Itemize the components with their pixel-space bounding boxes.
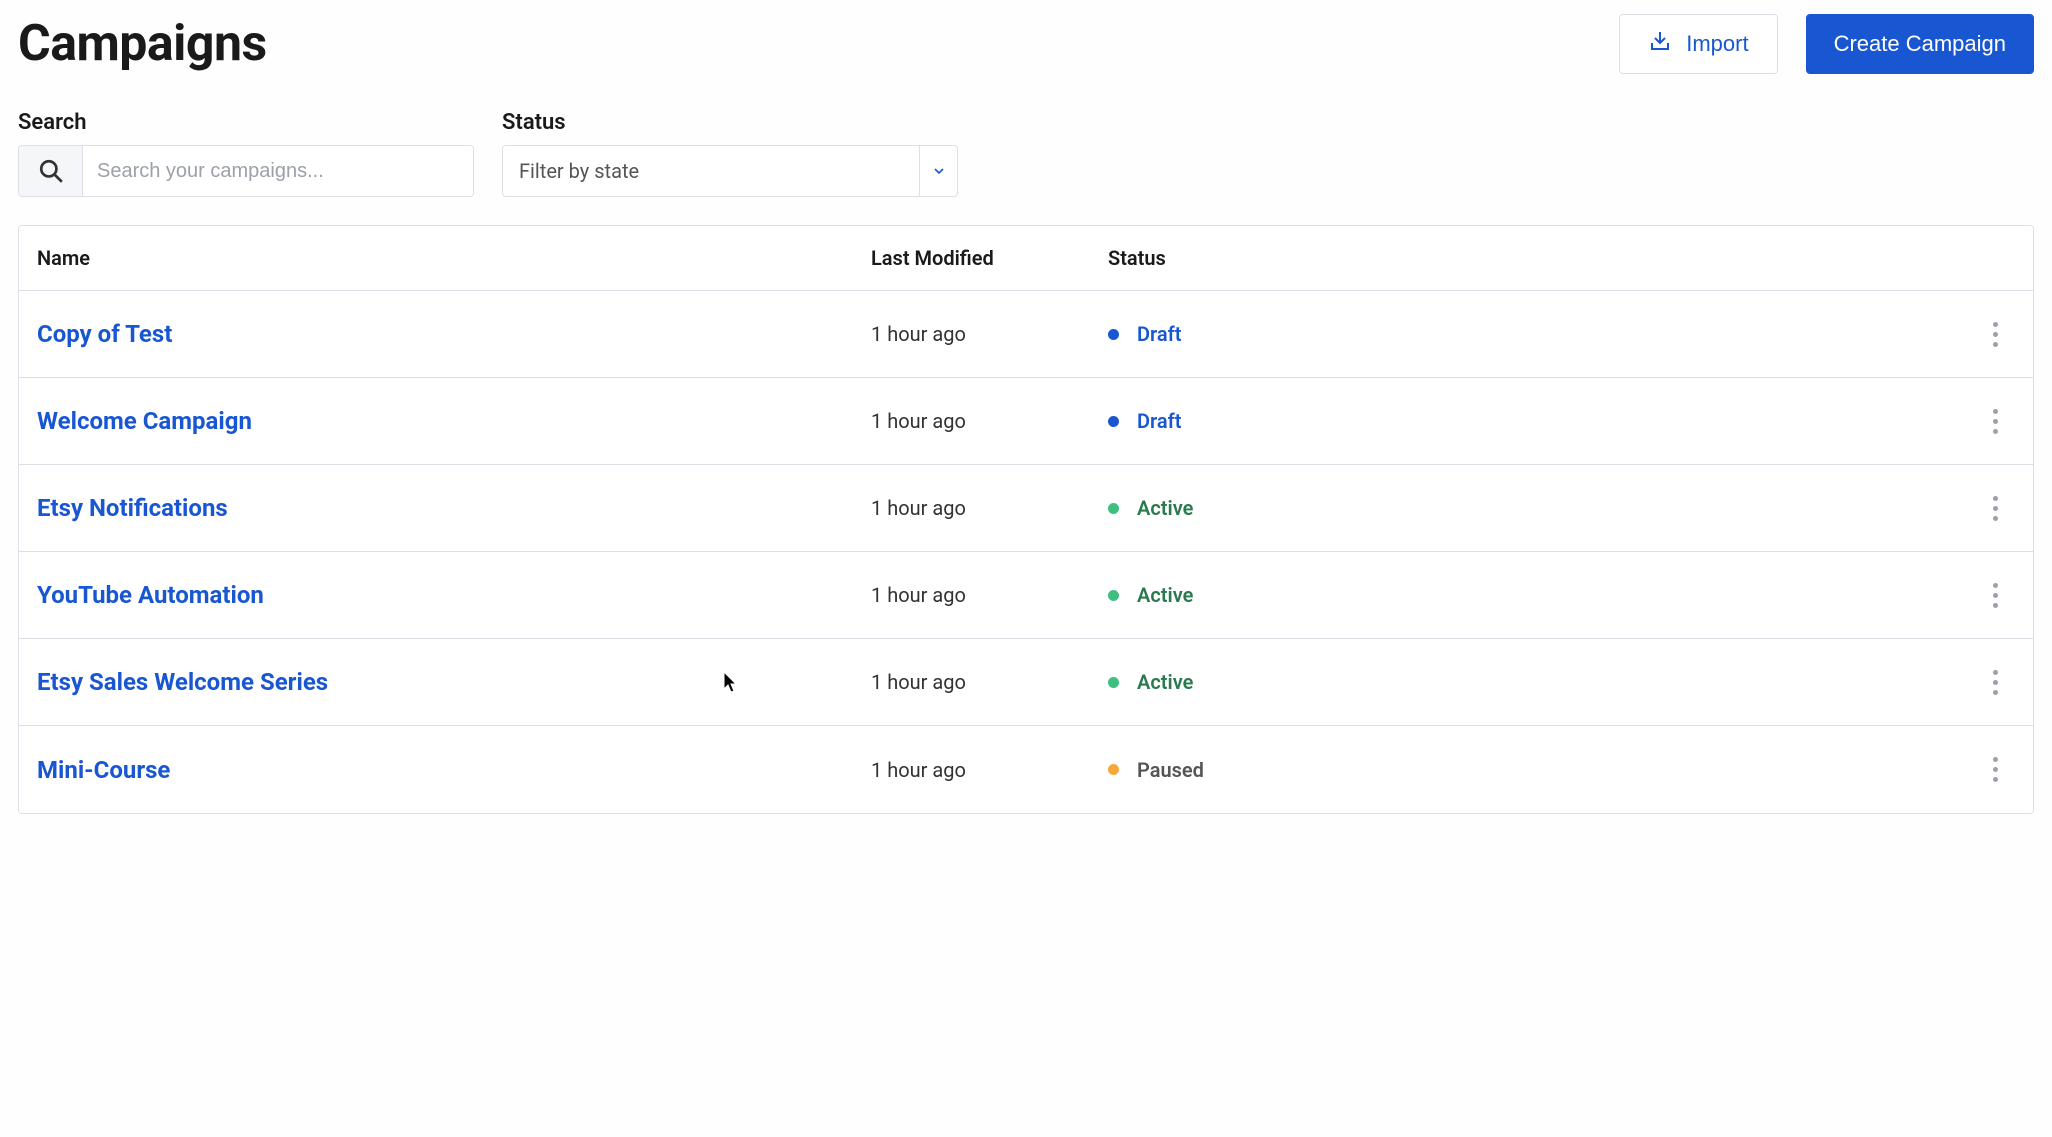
table-row: Mini-Course 1 hour ago Paused	[19, 726, 2033, 813]
table-body: Copy of Test1 hour agoDraftWelcome Campa…	[19, 291, 2033, 813]
table-row: Etsy Notifications 1 hour ago Active	[19, 465, 2033, 552]
status-text: Active	[1137, 670, 1193, 694]
more-options-icon[interactable]	[1987, 490, 2004, 527]
more-options-icon[interactable]	[1987, 751, 2004, 788]
filters-bar: Search Status Filter by state	[18, 110, 2034, 197]
table-row: YouTube Automation 1 hour ago Active	[19, 552, 2033, 639]
status-badge: Active	[1108, 670, 1193, 694]
modified-time: 1 hour ago	[871, 496, 966, 520]
campaign-name-link[interactable]: Welcome Campaign	[37, 407, 252, 435]
campaigns-table: Name Last Modified Status Copy of Test 1 …	[18, 225, 2034, 814]
status-badge: Active	[1108, 583, 1193, 607]
more-options-icon[interactable]	[1987, 664, 2004, 701]
modified-time: 1 hour ago	[871, 409, 966, 433]
more-options-icon[interactable]	[1987, 403, 2004, 440]
modified-time: 1 hour ago	[871, 670, 966, 694]
status-dot-icon	[1108, 416, 1119, 427]
page-header: Campaigns Import Create Campaign	[18, 14, 2034, 74]
status-badge: Active	[1108, 496, 1193, 520]
modified-time: 1 hour ago	[871, 583, 966, 607]
status-badge: Draft	[1108, 322, 1181, 346]
table-header: Name Last Modified Status	[19, 226, 2033, 291]
page-title: Campaigns	[18, 15, 267, 73]
status-select[interactable]: Filter by state	[502, 145, 958, 197]
create-button-label: Create Campaign	[1834, 31, 2006, 57]
column-header-modified[interactable]: Last Modified	[871, 246, 1108, 270]
status-select-placeholder: Filter by state	[503, 159, 919, 183]
more-options-icon[interactable]	[1987, 316, 2004, 353]
header-actions: Import Create Campaign	[1619, 14, 2034, 74]
campaign-name-link[interactable]: Mini-Course	[37, 756, 170, 784]
search-filter-group: Search	[18, 110, 474, 197]
status-dot-icon	[1108, 329, 1119, 340]
status-badge: Paused	[1108, 758, 1204, 782]
table-row: Etsy Sales Welcome Series 1 hour ago Activ…	[19, 639, 2033, 726]
campaign-name-link[interactable]: Etsy Sales Welcome Series	[37, 668, 328, 696]
column-header-status[interactable]: Status	[1108, 246, 1975, 270]
table-row: Welcome Campaign 1 hour ago Draft	[19, 378, 2033, 465]
chevron-down-icon	[919, 146, 957, 196]
status-dot-icon	[1108, 677, 1119, 688]
search-input[interactable]	[83, 146, 473, 196]
status-label: Status	[502, 110, 958, 135]
status-text: Paused	[1137, 758, 1204, 782]
import-button[interactable]: Import	[1619, 14, 1777, 74]
status-dot-icon	[1108, 590, 1119, 601]
search-icon	[19, 146, 83, 196]
modified-time: 1 hour ago	[871, 322, 966, 346]
search-wrapper	[18, 145, 474, 197]
status-text: Draft	[1137, 322, 1181, 346]
status-text: Draft	[1137, 409, 1181, 433]
campaign-name-link[interactable]: Copy of Test	[37, 320, 172, 348]
status-badge: Draft	[1108, 409, 1181, 433]
create-campaign-button[interactable]: Create Campaign	[1806, 14, 2034, 74]
more-options-icon[interactable]	[1987, 577, 2004, 614]
import-icon	[1648, 29, 1672, 59]
campaign-name-link[interactable]: YouTube Automation	[37, 581, 264, 609]
status-text: Active	[1137, 496, 1193, 520]
column-header-name[interactable]: Name	[37, 246, 871, 270]
search-label: Search	[18, 110, 474, 135]
status-filter-group: Status Filter by state	[502, 110, 958, 197]
modified-time: 1 hour ago	[871, 758, 966, 782]
campaign-name-link[interactable]: Etsy Notifications	[37, 494, 228, 522]
status-text: Active	[1137, 583, 1193, 607]
table-row: Copy of Test 1 hour ago Draft	[19, 291, 2033, 378]
status-dot-icon	[1108, 503, 1119, 514]
status-dot-icon	[1108, 764, 1119, 775]
import-button-label: Import	[1686, 31, 1748, 57]
